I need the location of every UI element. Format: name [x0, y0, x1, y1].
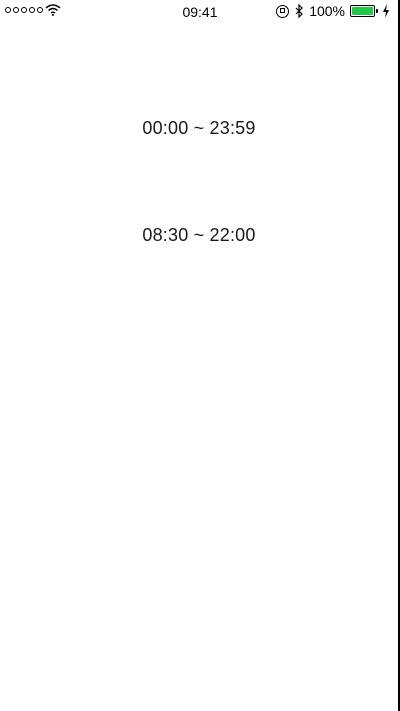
battery-fill	[352, 7, 373, 15]
battery-icon	[350, 5, 378, 17]
charging-bolt-icon	[383, 4, 389, 18]
time-range-2: 08:30 ~ 22:00	[142, 225, 256, 245]
rotation-lock-icon	[276, 4, 290, 18]
time-range-1: 00:00 ~ 23:59	[142, 118, 256, 138]
bluetooth-icon	[295, 4, 304, 18]
battery-percent: 100%	[309, 3, 345, 19]
status-bar: 09:41 100%	[0, 0, 398, 22]
status-right-group: 100%	[276, 3, 390, 19]
